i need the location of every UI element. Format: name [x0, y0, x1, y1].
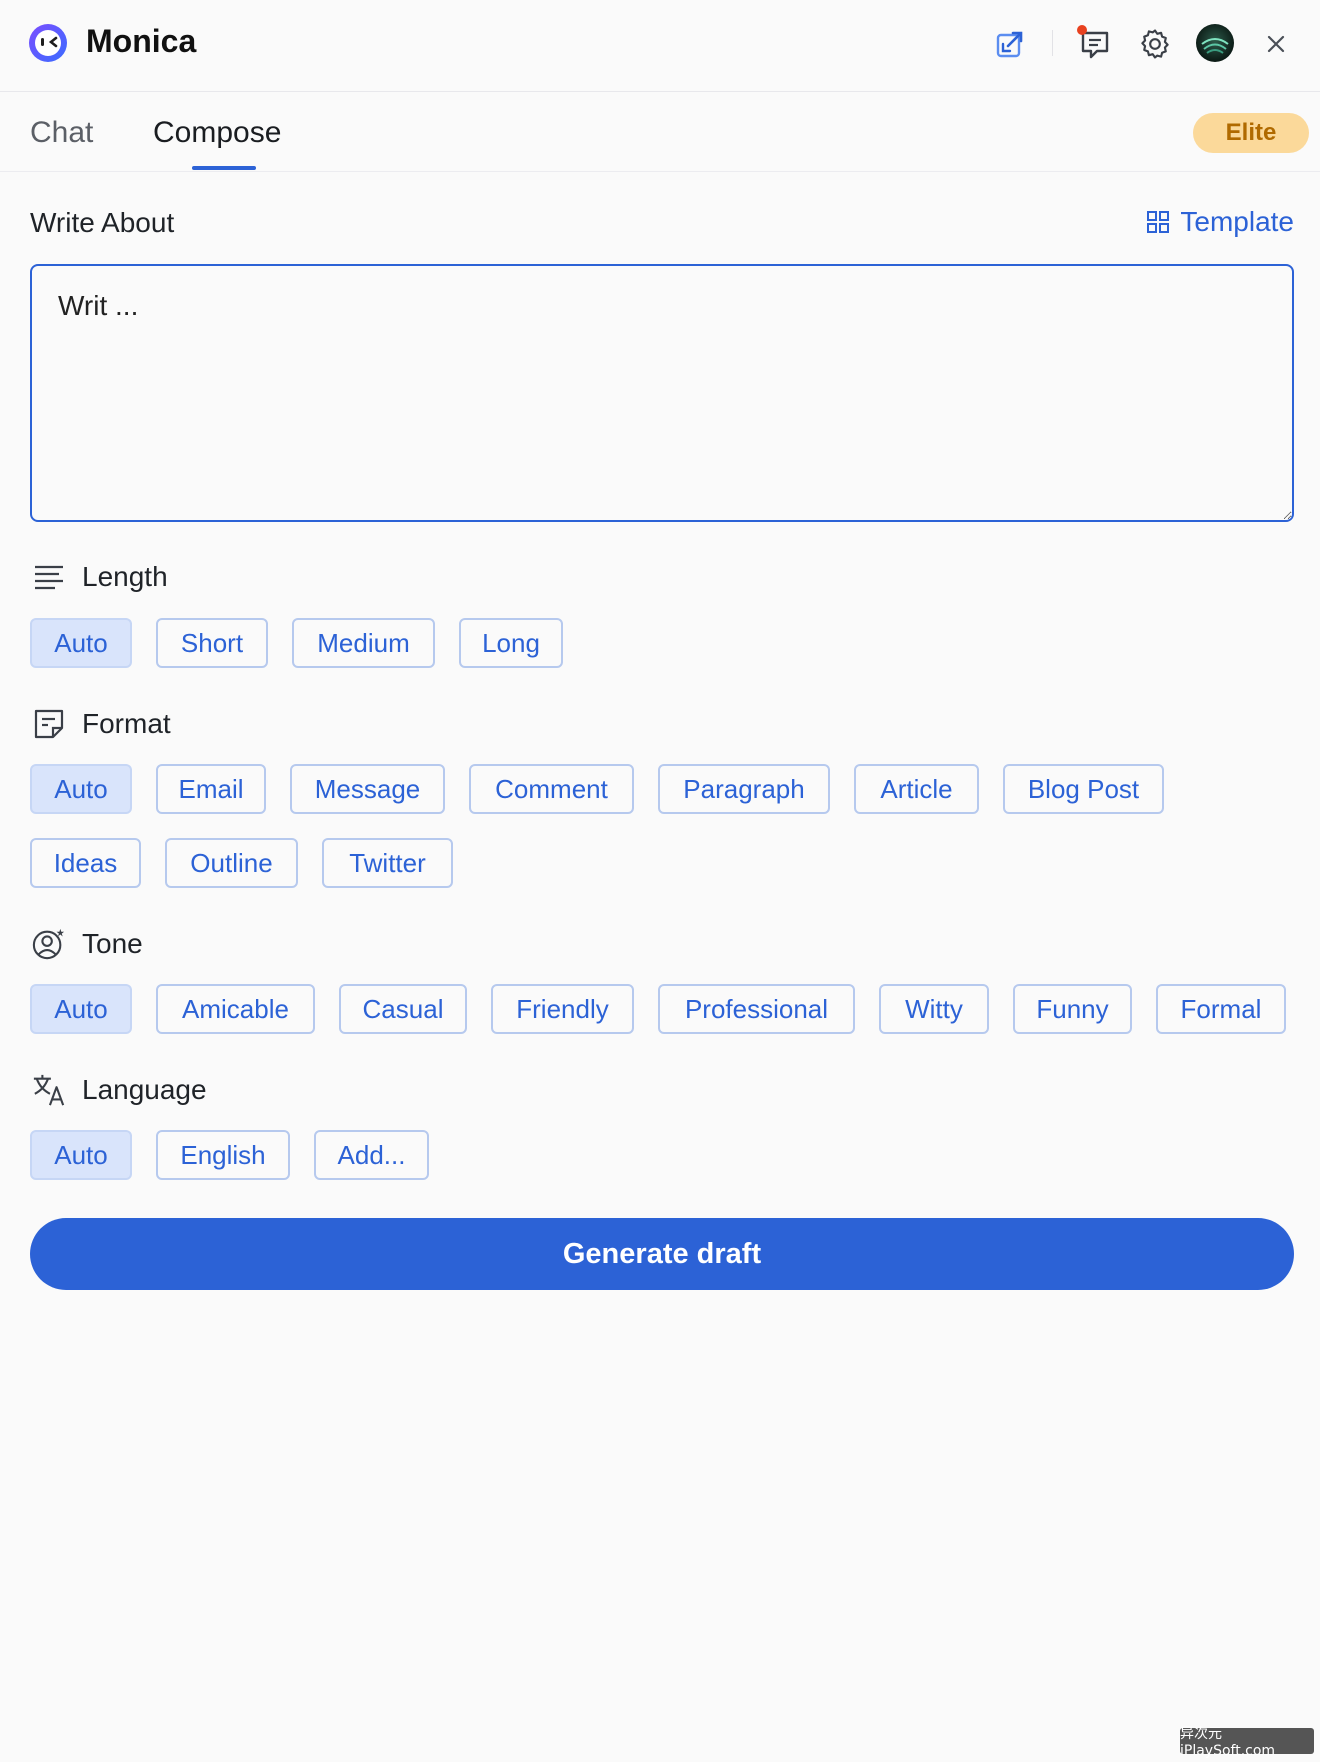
tab-bar: Chat Compose — [0, 92, 1320, 172]
tone-option-witty[interactable]: Witty — [879, 984, 989, 1034]
length-option-auto[interactable]: Auto — [30, 618, 132, 668]
format-heading: Format — [32, 707, 171, 741]
open-window-button[interactable] — [988, 22, 1032, 66]
length-option-long[interactable]: Long — [459, 618, 563, 668]
length-option-medium[interactable]: Medium — [292, 618, 435, 668]
tone-option-professional[interactable]: Professional — [658, 984, 855, 1034]
header-divider — [1052, 30, 1053, 56]
watermark: 异次元 iPlaySoft.com — [1180, 1726, 1314, 1759]
avatar-image — [1201, 38, 1229, 54]
tone-person-icon — [32, 927, 66, 961]
format-title: Format — [82, 708, 171, 739]
language-heading: Language — [32, 1073, 207, 1107]
close-icon — [1267, 35, 1285, 53]
settings-button[interactable] — [1133, 22, 1177, 66]
tone-option-formal[interactable]: Formal — [1156, 984, 1286, 1034]
language-option-auto[interactable]: Auto — [30, 1130, 132, 1180]
language-option-add[interactable]: Add... — [314, 1130, 429, 1180]
monica-logo-icon — [29, 24, 67, 62]
app-title: Monica — [86, 23, 197, 59]
settings-gear-icon — [1141, 29, 1169, 59]
language-translate-icon — [32, 1073, 66, 1107]
format-option-ideas[interactable]: Ideas — [30, 838, 141, 888]
format-option-twitter[interactable]: Twitter — [322, 838, 453, 888]
close-button[interactable] — [1254, 22, 1298, 66]
length-lines-icon — [32, 560, 66, 594]
format-option-blog-post[interactable]: Blog Post — [1003, 764, 1164, 814]
active-tab-indicator — [192, 166, 256, 170]
format-option-paragraph[interactable]: Paragraph — [658, 764, 830, 814]
tone-title: Tone — [82, 928, 143, 959]
length-option-short[interactable]: Short — [156, 618, 268, 668]
format-option-email[interactable]: Email — [156, 764, 266, 814]
format-option-comment[interactable]: Comment — [469, 764, 634, 814]
template-label: Template — [1180, 206, 1294, 237]
tone-option-friendly[interactable]: Friendly — [491, 984, 634, 1034]
tone-option-casual[interactable]: Casual — [339, 984, 467, 1034]
tab-compose[interactable]: Compose — [153, 116, 281, 150]
notification-dot — [1077, 25, 1087, 35]
format-option-outline[interactable]: Outline — [165, 838, 298, 888]
format-option-article[interactable]: Article — [854, 764, 979, 814]
write-about-title: Write About — [30, 207, 175, 238]
open-window-icon — [996, 31, 1023, 58]
template-grid-icon — [1147, 211, 1170, 233]
language-option-english[interactable]: English — [156, 1130, 290, 1180]
length-heading: Length — [32, 560, 168, 594]
length-title: Length — [82, 561, 168, 592]
tab-chat[interactable]: Chat — [30, 116, 93, 150]
header-bar: Monica — [0, 0, 1320, 92]
format-option-message[interactable]: Message — [290, 764, 445, 814]
language-title: Language — [82, 1074, 207, 1105]
tone-option-amicable[interactable]: Amicable — [156, 984, 315, 1034]
generate-draft-button[interactable]: Generate draft — [30, 1218, 1294, 1290]
format-option-auto[interactable]: Auto — [30, 764, 132, 814]
write-about-input[interactable] — [30, 264, 1294, 522]
tone-heading: Tone — [32, 927, 143, 961]
tone-option-auto[interactable]: Auto — [30, 984, 132, 1034]
template-button[interactable]: Template — [1146, 206, 1294, 238]
plan-badge[interactable]: Elite — [1193, 113, 1309, 153]
tone-option-funny[interactable]: Funny — [1013, 984, 1132, 1034]
format-note-icon — [32, 707, 66, 741]
avatar[interactable] — [1196, 24, 1234, 62]
